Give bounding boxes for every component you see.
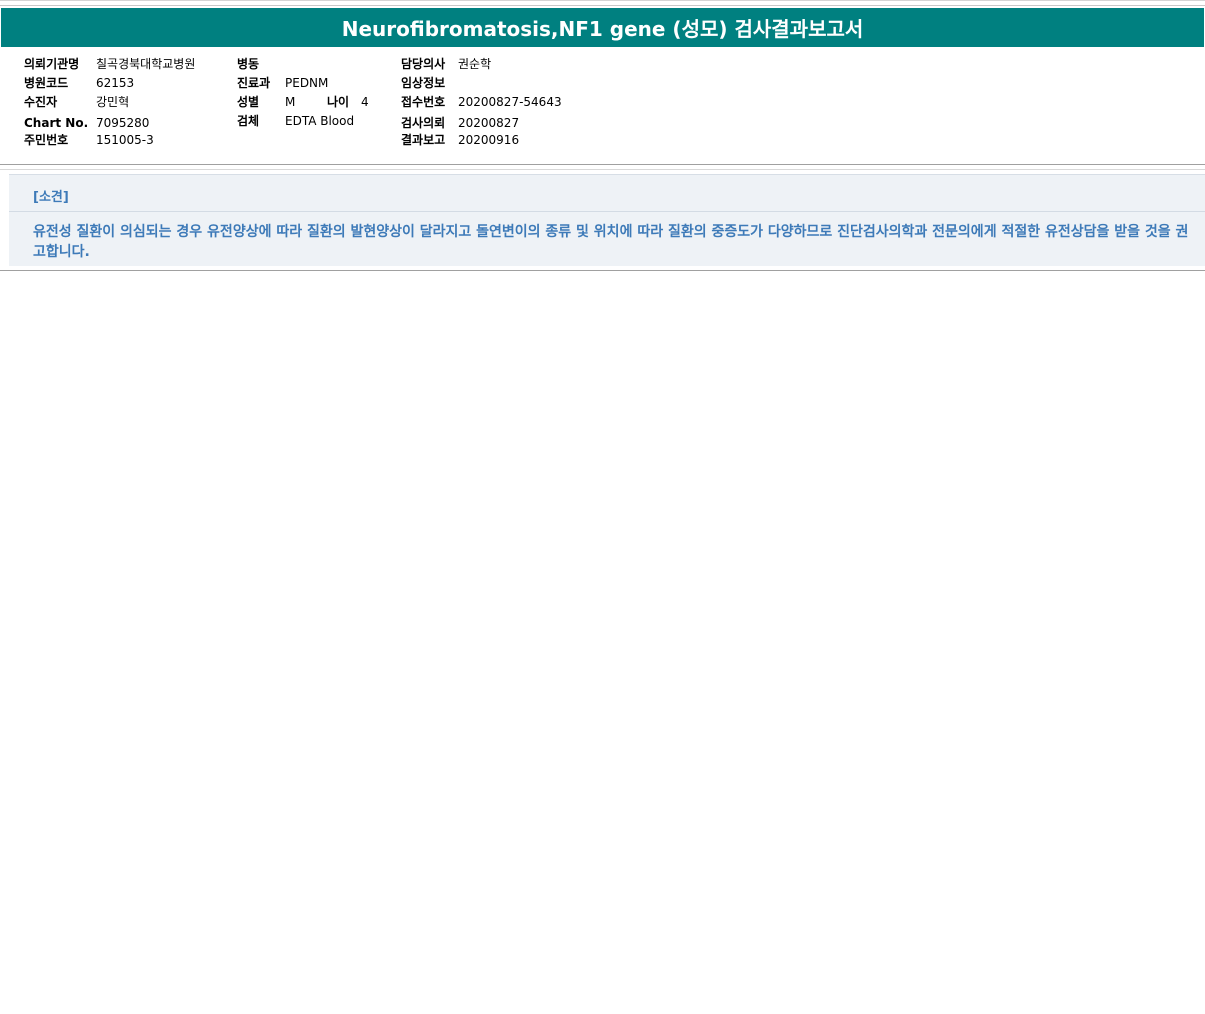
age-label: 나이 — [327, 95, 350, 109]
doctor-value: 권순학 — [458, 57, 492, 71]
receipt-no-value: 20200827-54643 — [458, 95, 562, 109]
opinion-text: 유전성 질환이 의심되는 경우 유전양상에 따라 질환의 발현양상이 달라지고 … — [33, 224, 1189, 260]
department-value: PEDNM — [285, 76, 329, 90]
hospital-code-field: 병원코드 62153 — [24, 76, 134, 90]
patient-name-field: 수진자 강민혁 — [24, 95, 129, 109]
age-field: 나이 4 — [327, 95, 369, 109]
age-value: 4 — [361, 95, 369, 109]
institution-label: 의뢰기관명 — [24, 57, 80, 71]
resident-no-value: 151005-3 — [96, 133, 154, 147]
report-title: Neurofibromatosis,NF1 gene (성모) 검사결과보고서 — [341, 17, 864, 41]
request-date-label: 검사의뢰 — [401, 116, 446, 130]
request-date-field: 검사의뢰 20200827 — [401, 116, 519, 130]
receipt-no-field: 접수번호 20200827-54643 — [401, 95, 562, 109]
opinion-header: [소견] — [9, 175, 1205, 212]
resident-no-field: 주민번호 151005-3 — [24, 133, 154, 147]
hospital-code-label: 병원코드 — [24, 76, 69, 90]
specimen-value: EDTA Blood — [285, 114, 355, 128]
receipt-no-label: 접수번호 — [401, 95, 446, 109]
top-border — [0, 0, 1205, 8]
chart-no-value: 7095280 — [96, 116, 150, 130]
patient-name-value: 강민혁 — [96, 95, 130, 109]
doctor-label: 담당의사 — [401, 57, 446, 71]
department-field: 진료과 PEDNM — [237, 76, 328, 90]
hospital-code-value: 62153 — [96, 76, 135, 90]
bottom-divider — [0, 270, 1205, 272]
report-date-field: 결과보고 20200916 — [401, 133, 519, 147]
clinical-info-field: 임상정보 — [401, 76, 458, 90]
opinion-section: [소견] 유전성 질환이 의심되는 경우 유전양상에 따라 질환의 발현양상이 … — [9, 174, 1205, 266]
sex-value: M — [285, 95, 296, 109]
patient-info-section: 의뢰기관명 칠곡경북대학교병원 병원코드 62153 수진자 강민혁 Chart… — [0, 47, 1205, 165]
opinion-title: [소견] — [33, 190, 69, 205]
chart-no-field: Chart No. 7095280 — [24, 116, 149, 130]
sex-field: 성별 M — [237, 95, 295, 109]
specimen-field: 검체 EDTA Blood — [237, 114, 354, 128]
clinical-info-label: 임상정보 — [401, 76, 446, 90]
patient-name-label: 수진자 — [24, 95, 58, 109]
section-divider — [0, 164, 1205, 170]
chart-no-label: Chart No. — [24, 116, 89, 130]
report-date-value: 20200916 — [458, 133, 520, 147]
institution-field: 의뢰기관명 칠곡경북대학교병원 — [24, 57, 195, 71]
resident-no-label: 주민번호 — [24, 133, 69, 147]
institution-value: 칠곡경북대학교병원 — [96, 57, 196, 71]
sex-label: 성별 — [237, 95, 260, 109]
request-date-value: 20200827 — [458, 116, 520, 130]
department-label: 진료과 — [237, 76, 271, 90]
report-title-bar: Neurofibromatosis,NF1 gene (성모) 검사결과보고서 — [1, 8, 1204, 47]
report-date-label: 결과보고 — [401, 133, 446, 147]
ward-label: 병동 — [237, 57, 260, 71]
doctor-field: 담당의사 권순학 — [401, 57, 491, 71]
specimen-label: 검체 — [237, 114, 260, 128]
ward-field: 병동 — [237, 57, 285, 71]
